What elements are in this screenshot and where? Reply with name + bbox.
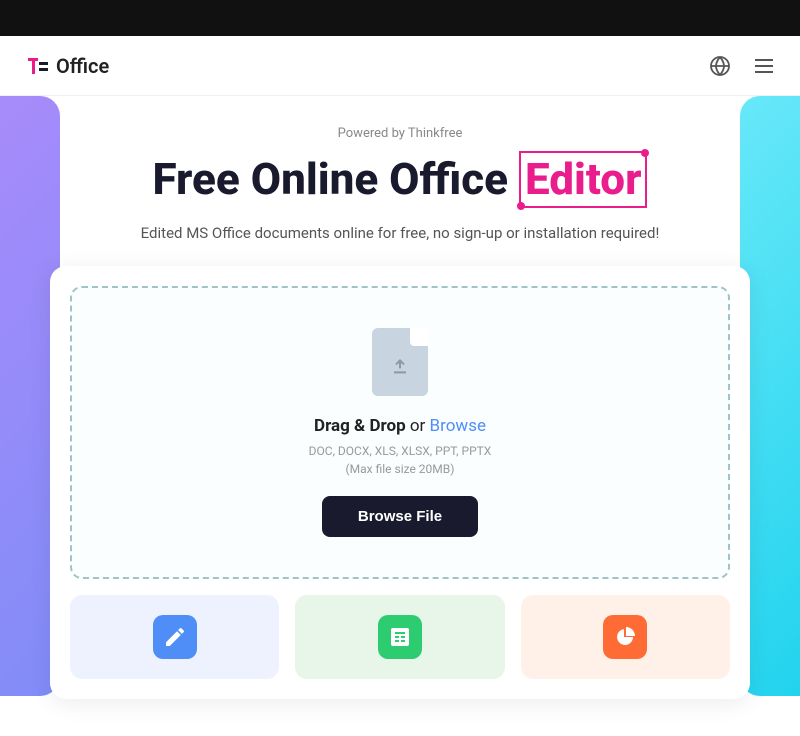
calc-card-icon [378, 615, 422, 659]
logo-text: Office [56, 54, 109, 78]
main-content: Powered by Thinkfree Free Online Office … [0, 96, 800, 719]
file-icon [372, 328, 428, 396]
upload-icon-wrap [368, 328, 432, 400]
globe-icon[interactable] [708, 54, 732, 78]
cards-row [70, 595, 730, 679]
header-actions [708, 54, 776, 78]
upload-container: Drag & Drop or Browse DOC, DOCX, XLS, XL… [50, 266, 750, 699]
writer-card[interactable] [70, 595, 279, 679]
upload-arrow-icon [388, 352, 412, 376]
title-highlight: Editor [519, 151, 648, 208]
present-card[interactable] [521, 595, 730, 679]
logo[interactable]: Office [24, 52, 109, 80]
powered-by-text: Powered by Thinkfree [20, 126, 780, 141]
drag-drop-label: Drag & Drop [314, 416, 406, 436]
max-size-text: (Max file size 20MB) [92, 462, 708, 476]
subtitle-text: Edited MS Office documents online for fr… [20, 224, 780, 242]
or-label: or [406, 416, 430, 436]
header: Office [0, 36, 800, 96]
drop-text: Drag & Drop or Browse [92, 416, 708, 436]
top-bar [0, 0, 800, 36]
file-types-text: DOC, DOCX, XLS, XLSX, PPT, PPTX [92, 444, 708, 458]
present-card-icon [603, 615, 647, 659]
calc-card[interactable] [295, 595, 504, 679]
browse-label: Browse [430, 416, 486, 436]
title-part1: Free Online Office [153, 153, 519, 205]
hamburger-menu-icon[interactable] [752, 54, 776, 78]
drop-zone[interactable]: Drag & Drop or Browse DOC, DOCX, XLS, XL… [70, 286, 730, 579]
main-title: Free Online Office Editor [20, 151, 780, 208]
writer-card-icon [153, 615, 197, 659]
browse-file-button[interactable]: Browse File [322, 496, 478, 537]
logo-icon [24, 52, 52, 80]
